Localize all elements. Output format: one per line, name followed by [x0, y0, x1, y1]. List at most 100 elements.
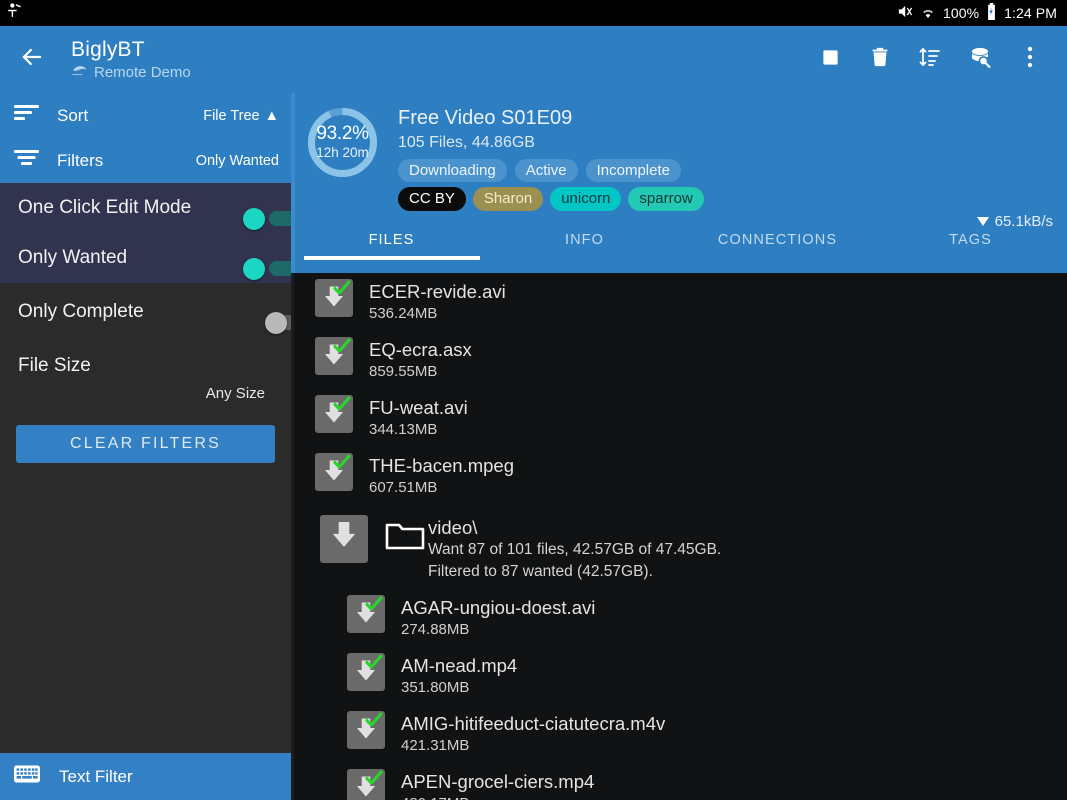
- file-name: THE-bacen.mpeg: [369, 455, 514, 476]
- sidebar-toggle-one-click-edit-mode[interactable]: One Click Edit Mode: [0, 183, 313, 233]
- wanted-check-icon: [365, 770, 383, 791]
- file-size: 480.17MB: [401, 793, 594, 800]
- status-badge: Incomplete: [585, 159, 681, 182]
- progress-ring-labels: 93.2% 12h 20m: [304, 104, 381, 181]
- file-row[interactable]: ECER-revide.avi 536.24MB: [291, 273, 1067, 331]
- torrent-title: Free Video S01E09: [398, 107, 573, 129]
- file-name: EQ-ecra.asx: [369, 339, 472, 360]
- file-text: ECER-revide.avi 536.24MB: [369, 279, 506, 325]
- database-search-icon: [968, 45, 992, 74]
- filter-sidebar: Sort File Tree ▲ Filters Only Wanted One…: [0, 93, 315, 800]
- sort-value: File Tree ▲: [203, 108, 279, 124]
- file-name: APEN-grocel-ciers.mp4: [401, 771, 595, 792]
- sidebar-item-sort[interactable]: Sort File Tree ▲: [0, 93, 291, 138]
- app-bar-actions: [805, 26, 1067, 93]
- tab-files[interactable]: FILES: [295, 215, 488, 273]
- file-list[interactable]: ECER-revide.avi 536.24MB EQ-ecra.asx 859…: [291, 273, 1067, 800]
- file-download-icon: [315, 337, 353, 375]
- folder-name: video\: [428, 517, 478, 538]
- battery-percent-label: 100%: [942, 5, 980, 21]
- file-row[interactable]: AMIG-hitifeeduct-ciatutecra.m4v 421.31MB: [291, 705, 1067, 763]
- progress-percent: 93.2%: [316, 122, 369, 144]
- tab-connections[interactable]: CONNECTIONS: [681, 215, 874, 273]
- status-chip-list: Downloading Active Incomplete: [398, 159, 704, 182]
- torrent-info: Free Video S01E09 105 Files, 44.86GB Dow…: [381, 104, 704, 211]
- file-text: AGAR-ungiou-doest.avi 274.88MB: [401, 595, 595, 641]
- folder-text: video\ Want 87 of 101 files, 42.57GB of …: [428, 515, 721, 583]
- file-text: AMIG-hitifeeduct-ciatutecra.m4v 421.31MB: [401, 711, 665, 757]
- folder-row[interactable]: video\ Want 87 of 101 files, 42.57GB of …: [291, 505, 1067, 589]
- tag-chip[interactable]: sparrow: [628, 187, 704, 211]
- wanted-check-icon: [333, 396, 351, 417]
- sort-button[interactable]: [905, 26, 955, 93]
- switch-thumb: [243, 208, 265, 230]
- file-name: ECER-revide.avi: [369, 281, 506, 302]
- wanted-check-icon: [333, 338, 351, 359]
- tab-info[interactable]: INFO: [488, 215, 681, 273]
- tag-list: CC BY Sharon unicorn sparrow: [398, 187, 704, 211]
- toggle-label: One Click Edit Mode: [18, 197, 192, 218]
- tag-chip[interactable]: CC BY: [398, 187, 466, 211]
- tag-chip[interactable]: Sharon: [472, 187, 544, 211]
- file-name: AMIG-hitifeeduct-ciatutecra.m4v: [401, 713, 666, 734]
- file-row[interactable]: EQ-ecra.asx 859.55MB: [291, 331, 1067, 389]
- progress-eta: 12h 20m: [316, 144, 369, 160]
- file-name: AGAR-ungiou-doest.avi: [401, 597, 596, 618]
- progress-ring: 93.2% 12h 20m: [304, 104, 381, 181]
- filters-value: Only Wanted: [195, 152, 279, 169]
- tab-label: INFO: [564, 232, 605, 248]
- wifi-icon: [920, 4, 936, 23]
- app-subtitle: Remote Demo: [94, 63, 191, 81]
- status-badge: Downloading: [398, 159, 507, 182]
- stop-button[interactable]: [805, 26, 855, 93]
- clear-filters-button[interactable]: CLEAR FILTERS: [16, 425, 275, 463]
- switch-thumb: [265, 312, 287, 334]
- file-download-icon: [347, 595, 385, 633]
- sidebar-toggle-only-complete[interactable]: Only Complete: [0, 287, 315, 337]
- back-button[interactable]: [0, 26, 64, 93]
- file-text: EQ-ecra.asx 859.55MB: [369, 337, 472, 383]
- app-subtitle-row: Remote Demo: [71, 63, 191, 83]
- file-size: 859.55MB: [369, 363, 438, 380]
- tab-label: FILES: [368, 232, 415, 248]
- tab-bar: FILES INFO CONNECTIONS TAGS: [295, 215, 1067, 273]
- stop-square-icon: [821, 48, 840, 72]
- sort-lines-icon: [918, 45, 942, 74]
- sidebar-toggle-only-wanted[interactable]: Only Wanted: [0, 233, 313, 283]
- file-row[interactable]: AM-nead.mp4 351.80MB: [291, 647, 1067, 705]
- sidebar-file-size-filter[interactable]: File Size Any Size: [0, 337, 291, 402]
- wanted-check-icon: [333, 454, 351, 475]
- tag-chip[interactable]: unicorn: [550, 187, 622, 211]
- wanted-check-icon: [333, 280, 351, 301]
- torrent-header: 93.2% 12h 20m Free Video S01E09 105 File…: [291, 93, 1067, 273]
- wanted-check-icon: [365, 596, 383, 617]
- file-row[interactable]: APEN-grocel-ciers.mp4 480.17MB: [291, 763, 1067, 800]
- debug-bug-icon: [6, 2, 23, 24]
- file-size: 536.24MB: [369, 305, 438, 322]
- switch-thumb: [243, 258, 265, 280]
- sort-direction-icon: ▲: [264, 107, 279, 124]
- file-row[interactable]: THE-bacen.mpeg 607.51MB: [291, 447, 1067, 505]
- file-row[interactable]: AGAR-ungiou-doest.avi 274.88MB: [291, 589, 1067, 647]
- status-bar-right: 100% 1:24 PM: [896, 3, 1057, 23]
- tab-tags[interactable]: TAGS: [874, 215, 1067, 273]
- sidebar-header: Sort File Tree ▲ Filters Only Wanted: [0, 93, 291, 183]
- delete-button[interactable]: [855, 26, 905, 93]
- folder-download-icon: [320, 515, 368, 563]
- wanted-check-icon: [365, 712, 383, 733]
- file-row[interactable]: FU-weat.avi 344.13MB: [291, 389, 1067, 447]
- file-download-icon: [347, 769, 385, 800]
- search-torrent-button[interactable]: [955, 26, 1005, 93]
- sidebar-active-filters-group: One Click Edit Mode Only Wanted: [0, 183, 313, 283]
- battery-charging-icon: [986, 3, 997, 23]
- app-title-block: BiglyBT Remote Demo: [64, 37, 191, 83]
- volume-mute-icon: [896, 3, 913, 23]
- status-bar-left: [6, 2, 23, 24]
- tab-active-indicator: [303, 256, 480, 260]
- text-filter-label: Text Filter: [59, 766, 133, 786]
- text-filter-button[interactable]: Text Filter: [0, 753, 291, 800]
- sidebar-item-filters[interactable]: Filters Only Wanted: [0, 138, 291, 183]
- overflow-menu-button[interactable]: [1005, 26, 1055, 93]
- file-download-icon: [315, 279, 353, 317]
